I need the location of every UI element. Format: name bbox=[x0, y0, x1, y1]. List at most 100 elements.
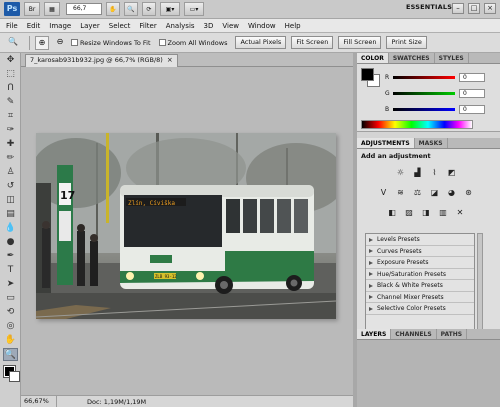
exposure-icon[interactable]: ◩ bbox=[445, 167, 458, 179]
menu-layer[interactable]: Layer bbox=[80, 22, 100, 30]
3d-orbit-tool-icon[interactable]: ◎ bbox=[3, 320, 18, 333]
shape-tool-icon[interactable]: ▭ bbox=[3, 292, 18, 305]
minimize-button[interactable]: – bbox=[452, 3, 464, 14]
resize-windows-option[interactable]: Resize Windows To Fit bbox=[71, 39, 151, 47]
tab-styles[interactable]: STYLES bbox=[435, 53, 469, 63]
color-spectrum-ramp[interactable] bbox=[361, 120, 473, 129]
blue-value-field[interactable]: 0 bbox=[459, 104, 485, 114]
gradient-tool-icon[interactable]: ▤ bbox=[3, 208, 18, 221]
curves-icon[interactable]: ⌇ bbox=[428, 167, 441, 179]
green-value-field[interactable]: 0 bbox=[459, 88, 485, 98]
hand-tool-icon[interactable]: ✋ bbox=[3, 334, 18, 347]
preset-channel-mixer[interactable]: Channel Mixer Presets bbox=[366, 292, 474, 303]
menu-select[interactable]: Select bbox=[109, 22, 131, 30]
channel-mixer-icon[interactable]: ⊛ bbox=[462, 187, 475, 199]
view-extras-button[interactable]: ▦ bbox=[44, 2, 60, 16]
workspace-switcher[interactable]: ESSENTIALS bbox=[406, 3, 452, 11]
selective-color-icon[interactable]: ✕ bbox=[454, 207, 467, 219]
rotate-view-icon[interactable]: ⟳ bbox=[142, 2, 156, 16]
document-image[interactable]: 17 Zlín, Cíviška ZLB 93-12 bbox=[36, 133, 336, 319]
pen-tool-icon[interactable]: ✒ bbox=[3, 250, 18, 263]
bridge-button[interactable]: Br bbox=[24, 2, 40, 16]
black-white-icon[interactable]: ◪ bbox=[428, 187, 441, 199]
tab-masks[interactable]: MASKS bbox=[415, 138, 448, 148]
menu-help[interactable]: Help bbox=[285, 22, 301, 30]
posterize-icon[interactable]: ▨ bbox=[403, 207, 416, 219]
marquee-tool-icon[interactable]: ⬚ bbox=[3, 68, 18, 81]
resize-windows-checkbox[interactable] bbox=[71, 39, 78, 46]
preset-curves[interactable]: Curves Presets bbox=[366, 246, 474, 257]
invert-icon[interactable]: ◧ bbox=[386, 207, 399, 219]
levels-icon[interactable]: ▟ bbox=[411, 167, 424, 179]
quick-selection-tool-icon[interactable]: ✎ bbox=[3, 96, 18, 109]
preset-hue-saturation[interactable]: Hue/Saturation Presets bbox=[366, 269, 474, 280]
close-button[interactable]: × bbox=[484, 3, 496, 14]
zoom-in-icon[interactable]: ⊕ bbox=[35, 35, 49, 50]
color-foreground-swatch[interactable] bbox=[361, 68, 374, 81]
restore-button[interactable]: □ bbox=[468, 3, 480, 14]
zoom-level-field[interactable]: 66,7 bbox=[66, 3, 102, 15]
clone-stamp-tool-icon[interactable]: ♙ bbox=[3, 166, 18, 179]
red-slider[interactable] bbox=[393, 75, 455, 79]
red-value-field[interactable]: 0 bbox=[459, 72, 485, 82]
tab-channels[interactable]: CHANNELS bbox=[391, 329, 437, 339]
preset-levels[interactable]: Levels Presets bbox=[366, 234, 474, 246]
menu-3d[interactable]: 3D bbox=[204, 22, 214, 30]
zoom-all-windows-option[interactable]: Zoom All Windows bbox=[158, 39, 227, 47]
zoom-status-field[interactable]: 66,67% bbox=[21, 396, 57, 407]
tab-paths[interactable]: PATHS bbox=[437, 329, 468, 339]
vibrance-icon[interactable]: V bbox=[377, 187, 390, 199]
tool-preset-picker-icon[interactable]: 🔍 bbox=[6, 36, 20, 50]
history-brush-tool-icon[interactable]: ↺ bbox=[3, 180, 18, 193]
blue-slider[interactable] bbox=[393, 107, 455, 111]
fill-screen-button[interactable]: Fill Screen bbox=[338, 36, 382, 49]
tab-color[interactable]: COLOR bbox=[357, 53, 389, 63]
hue-saturation-icon[interactable]: ≋ bbox=[394, 187, 407, 199]
preset-selective-color[interactable]: Selective Color Presets bbox=[366, 303, 474, 315]
3d-rotate-tool-icon[interactable]: ⟲ bbox=[3, 306, 18, 319]
eyedropper-tool-icon[interactable]: ✑ bbox=[3, 124, 18, 137]
preset-exposure[interactable]: Exposure Presets bbox=[366, 257, 474, 269]
menu-edit[interactable]: Edit bbox=[27, 22, 41, 30]
brightness-contrast-icon[interactable]: ☼ bbox=[394, 167, 407, 179]
menu-window[interactable]: Window bbox=[248, 22, 276, 30]
type-tool-icon[interactable]: T bbox=[3, 264, 18, 277]
arrange-documents-button[interactable]: ▣▾ bbox=[160, 2, 180, 16]
document-info[interactable]: Doc: 1,19M/1,19M bbox=[57, 398, 146, 406]
move-tool-icon[interactable]: ✥ bbox=[3, 54, 18, 67]
print-size-button[interactable]: Print Size bbox=[386, 36, 427, 49]
green-slider[interactable] bbox=[393, 91, 455, 95]
background-color-swatch[interactable] bbox=[9, 371, 20, 382]
dodge-tool-icon[interactable]: ● bbox=[3, 236, 18, 249]
actual-pixels-button[interactable]: Actual Pixels bbox=[235, 36, 287, 49]
zoom-out-icon[interactable]: ⊖ bbox=[53, 36, 67, 50]
document-tab[interactable]: 7_karosab931b932.jpg @ 66,7% (RGB/8) × bbox=[25, 54, 178, 67]
photo-filter-icon[interactable]: ◕ bbox=[445, 187, 458, 199]
lasso-tool-icon[interactable]: ᑎ bbox=[3, 82, 18, 95]
threshold-icon[interactable]: ◨ bbox=[420, 207, 433, 219]
preset-black-white[interactable]: Black & White Presets bbox=[366, 280, 474, 292]
tab-layers[interactable]: LAYERS bbox=[357, 329, 392, 339]
crop-tool-icon[interactable]: ⌗ bbox=[3, 110, 18, 123]
brush-tool-icon[interactable]: ✏ bbox=[3, 152, 18, 165]
gradient-map-icon[interactable]: ▥ bbox=[437, 207, 450, 219]
path-selection-tool-icon[interactable]: ➤ bbox=[3, 278, 18, 291]
tab-adjustments[interactable]: ADJUSTMENTS bbox=[357, 138, 415, 148]
fit-screen-button[interactable]: Fit Screen bbox=[291, 36, 334, 49]
tab-swatches[interactable]: SWATCHES bbox=[389, 53, 435, 63]
close-document-icon[interactable]: × bbox=[167, 55, 173, 67]
presets-scrollbar[interactable] bbox=[477, 233, 483, 335]
menu-analysis[interactable]: Analysis bbox=[166, 22, 195, 30]
hand-tool-icon[interactable]: ✋ bbox=[106, 2, 120, 16]
menu-file[interactable]: File bbox=[6, 22, 18, 30]
color-balance-icon[interactable]: ⚖ bbox=[411, 187, 424, 199]
zoom-tool-icon[interactable]: 🔍 bbox=[124, 2, 138, 16]
menu-view[interactable]: View bbox=[222, 22, 239, 30]
zoom-all-windows-checkbox[interactable] bbox=[158, 39, 166, 46]
canvas-area[interactable]: 17 Zlín, Cíviška ZLB 93-12 bbox=[21, 67, 353, 395]
menu-image[interactable]: Image bbox=[49, 22, 71, 30]
healing-brush-tool-icon[interactable]: ✚ bbox=[3, 138, 18, 151]
blur-tool-icon[interactable]: 💧 bbox=[3, 222, 18, 235]
eraser-tool-icon[interactable]: ◫ bbox=[3, 194, 18, 207]
zoom-tool-icon[interactable]: 🔍 bbox=[3, 348, 18, 361]
